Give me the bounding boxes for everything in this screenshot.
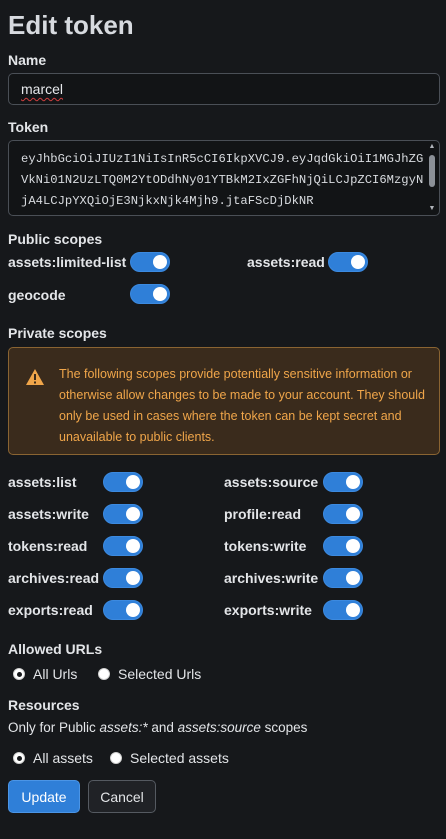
toggle-knob [346,507,360,521]
radio-button-icon[interactable] [13,668,25,680]
scope-label: assets:write [8,506,89,522]
toggle-knob [351,255,365,269]
toggle-knob [346,539,360,553]
help-middle: and [147,720,178,735]
toggle-knob [126,603,140,617]
radio-label: Selected assets [130,750,229,766]
scope-label: profile:read [224,506,302,522]
scope-label: geocode [8,287,66,303]
cancel-button[interactable]: Cancel [88,780,156,813]
token-textarea[interactable]: eyJhbGciOiJIUzI1NiIsInR5cCI6IkpXVCJ9.eyJ… [8,140,440,216]
radio-selected-assets[interactable]: Selected assets [110,750,229,766]
scope-toggle-archives-read[interactable] [103,568,143,588]
help-prefix: Only for Public [8,720,100,735]
scope-toggle-profile-read[interactable] [323,504,363,524]
update-button[interactable]: Update [8,780,80,813]
radio-all-urls[interactable]: All Urls [13,666,77,682]
scope-toggle-archives-write[interactable] [323,568,363,588]
warning-alert: The following scopes provide potentially… [8,347,440,455]
radio-button-icon[interactable] [13,752,25,764]
name-label: Name [8,52,47,68]
resources-heading: Resources [8,697,80,713]
toggle-knob [126,475,140,489]
warning-icon [26,369,44,385]
scope-label: assets:read [247,254,325,270]
scope-label: assets:limited-list [8,254,127,270]
help-scope-source: assets:source [177,720,261,735]
token-label: Token [8,119,49,135]
scope-label: tokens:read [8,538,88,554]
toggle-knob [126,571,140,585]
scope-label: exports:write [224,602,312,618]
private-scopes-heading: Private scopes [8,325,107,341]
allowed-urls-heading: Allowed URLs [8,641,103,657]
scope-toggle-assets-limited-list[interactable] [130,252,170,272]
name-input[interactable]: marcel [8,73,440,105]
toggle-knob [346,475,360,489]
help-suffix: scopes [260,720,308,735]
scope-toggle-exports-read[interactable] [103,600,143,620]
toggle-knob [346,571,360,585]
name-input-value: marcel [21,81,64,97]
token-scrollbar[interactable]: ▲ ▼ [427,143,437,213]
radio-label: Selected Urls [118,666,202,682]
scope-toggle-assets-read[interactable] [328,252,368,272]
scope-toggle-assets-write[interactable] [103,504,143,524]
scope-toggle-exports-write[interactable] [323,600,363,620]
scrollbar-thumb[interactable] [429,155,435,187]
toggle-knob [153,255,167,269]
scope-label: assets:source [224,474,319,490]
scope-toggle-tokens-write[interactable] [323,536,363,556]
toggle-knob [126,507,140,521]
scope-toggle-tokens-read[interactable] [103,536,143,556]
radio-label: All assets [33,750,93,766]
toggle-knob [153,287,167,301]
scope-label: archives:write [224,570,319,586]
radio-label: All Urls [33,666,78,682]
scroll-up-icon[interactable]: ▲ [428,143,436,151]
radio-button-icon[interactable] [98,668,110,680]
scope-label: tokens:write [224,538,307,554]
toggle-knob [126,539,140,553]
scope-label: exports:read [8,602,93,618]
radio-selected-urls[interactable]: Selected Urls [98,666,201,682]
help-scope-assets: assets:* [99,720,148,735]
scope-label: archives:read [8,570,100,586]
warning-text: The following scopes provide potentially… [59,367,425,444]
resources-help-text: Only for Public assets:* and assets:sour… [8,720,307,735]
radio-all-assets[interactable]: All assets [13,750,93,766]
page-title: Edit token [8,10,134,40]
scope-toggle-assets-source[interactable] [323,472,363,492]
public-scopes-heading: Public scopes [8,231,103,247]
radio-button-icon[interactable] [110,752,122,764]
scope-toggle-geocode[interactable] [130,284,170,304]
scope-toggle-assets-list[interactable] [103,472,143,492]
token-value: eyJhbGciOiJIUzI1NiIsInR5cCI6IkpXVCJ9.eyJ… [21,152,424,208]
scope-label: assets:list [8,474,77,490]
toggle-knob [346,603,360,617]
scroll-down-icon[interactable]: ▼ [428,205,436,213]
